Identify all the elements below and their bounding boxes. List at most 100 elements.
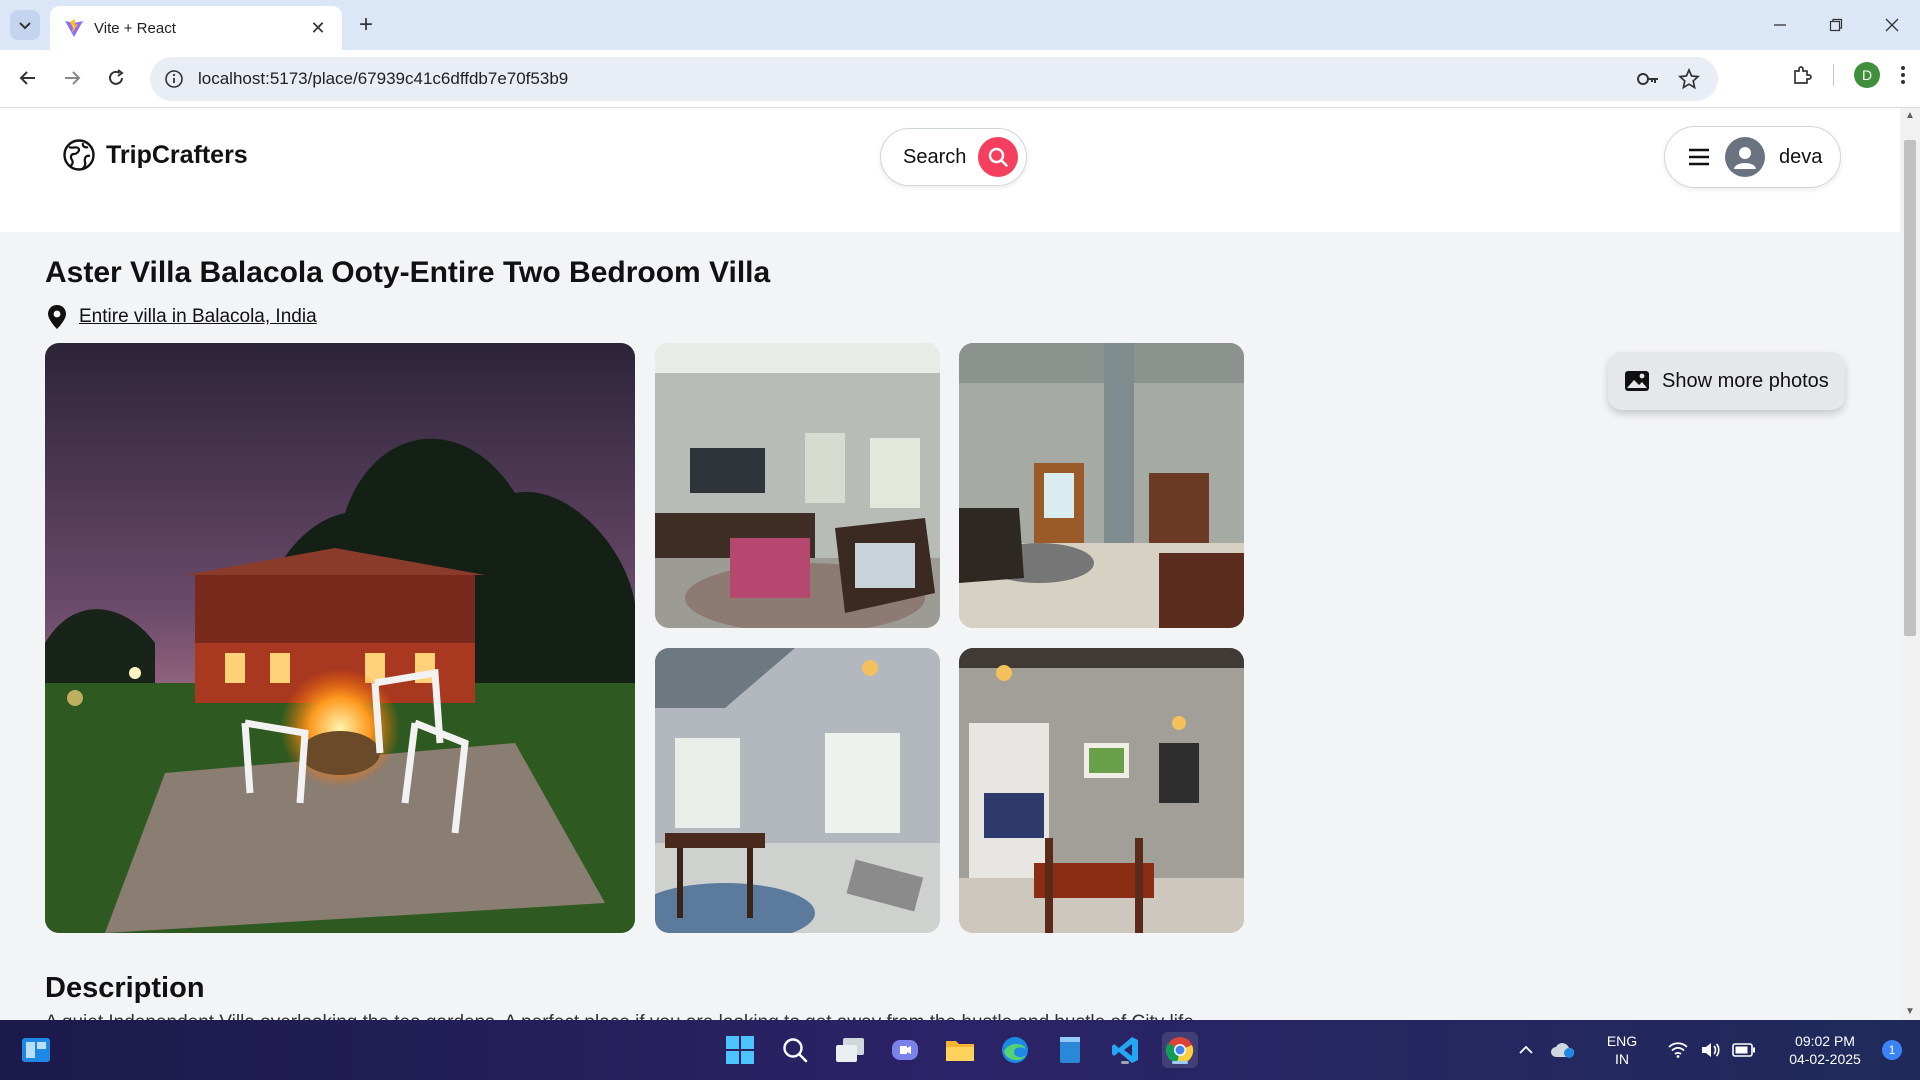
- tab-close-icon[interactable]: ✕: [306, 16, 330, 40]
- notepad-icon: [1060, 1037, 1080, 1063]
- tab-title: Vite + React: [94, 19, 176, 37]
- restore-button[interactable]: [1808, 0, 1864, 50]
- search-icon-circle: [978, 137, 1019, 177]
- show-more-photos-label: Show more photos: [1662, 369, 1829, 392]
- arrow-left-icon: [19, 71, 35, 85]
- more-vertical-icon[interactable]: [1900, 65, 1906, 85]
- search-icon: [989, 147, 1009, 167]
- clock-date: 04-02-2025: [1789, 1051, 1861, 1067]
- cloud-icon: [1551, 1043, 1575, 1058]
- scroll-down-arrow-icon[interactable]: ▼: [1904, 1006, 1916, 1018]
- language-indicator[interactable]: ENG IN: [1598, 1032, 1646, 1068]
- running-indicator: [1121, 1061, 1129, 1064]
- battery-icon: [1732, 1043, 1755, 1057]
- map-pin-icon: [48, 305, 66, 329]
- windows-logo-icon: [726, 1036, 754, 1064]
- vite-logo-icon: [65, 19, 83, 37]
- hallway-image: [959, 343, 1244, 628]
- url-text: localhost:5173/place/67939c41c6dffdb7e70…: [198, 69, 569, 88]
- minimize-button[interactable]: [1752, 0, 1808, 50]
- back-button[interactable]: [12, 62, 44, 94]
- address-link[interactable]: Entire villa in Balacola, India: [79, 306, 317, 328]
- scrollbar-thumb[interactable]: [1904, 140, 1916, 636]
- toolbar-right-group: D: [1791, 62, 1906, 88]
- photo-hallway[interactable]: [959, 343, 1244, 628]
- widgets-button[interactable]: [18, 1032, 54, 1068]
- tab-search-button[interactable]: [10, 10, 40, 40]
- browser-tab-active[interactable]: Vite + React ✕: [50, 6, 342, 50]
- living-room-image: [655, 343, 940, 628]
- bookmark-star-icon[interactable]: [1678, 68, 1700, 90]
- new-tab-button[interactable]: +: [352, 11, 380, 39]
- chevron-up-icon: [1519, 1045, 1533, 1054]
- browser-tabstrip: Vite + React ✕ +: [0, 0, 1920, 50]
- user-menu-button[interactable]: deva: [1664, 126, 1842, 188]
- photo-dining-bedroom[interactable]: [959, 648, 1244, 933]
- region-code: IN: [1615, 1051, 1629, 1067]
- profile-avatar[interactable]: D: [1854, 62, 1880, 88]
- page-viewport: TripCrafters Search deva Aster Villa Bal…: [0, 108, 1900, 1020]
- arrow-right-icon: [65, 71, 81, 85]
- task-view-icon: [836, 1038, 864, 1062]
- vscode-button[interactable]: [1107, 1032, 1143, 1068]
- reload-button[interactable]: [100, 62, 132, 94]
- page-scrollbar[interactable]: ▲ ▼: [1900, 108, 1920, 1020]
- chevron-down-icon: [19, 22, 31, 30]
- minimize-icon: [1774, 24, 1786, 26]
- file-explorer-button[interactable]: [942, 1032, 978, 1068]
- hamburger-menu-icon: [1689, 148, 1709, 166]
- photo-icon: [1625, 371, 1649, 391]
- browser-toolbar: localhost:5173/place/67939c41c6dffdb7e70…: [0, 50, 1920, 108]
- onedrive-tray-button[interactable]: [1548, 1041, 1578, 1059]
- place-address: Entire villa in Balacola, India: [45, 304, 317, 330]
- edge-button[interactable]: [997, 1032, 1033, 1068]
- reload-icon: [109, 69, 124, 85]
- search-button[interactable]: Search: [880, 128, 1028, 186]
- description-heading: Description: [45, 972, 205, 1004]
- tray-overflow-button[interactable]: [1512, 1045, 1540, 1055]
- system-tray: ENG IN 09:02 PM 04-02-2025 1: [1512, 1020, 1920, 1080]
- site-header: TripCrafters Search deva: [0, 108, 1900, 232]
- photo-villa-exterior[interactable]: [45, 343, 635, 933]
- globe-logo-icon: [63, 139, 95, 171]
- edge-browser-icon: [1002, 1037, 1028, 1063]
- site-logo[interactable]: TripCrafters: [62, 138, 248, 172]
- forward-button[interactable]: [56, 62, 88, 94]
- chrome-button[interactable]: [1162, 1032, 1198, 1068]
- site-info-icon[interactable]: [164, 69, 184, 89]
- photo-living-room[interactable]: [655, 343, 940, 628]
- address-bar[interactable]: localhost:5173/place/67939c41c6dffdb7e70…: [150, 57, 1718, 101]
- notification-badge: 1: [1882, 1040, 1902, 1060]
- extensions-puzzle-icon[interactable]: [1791, 64, 1813, 86]
- scroll-up-arrow-icon[interactable]: ▲: [1904, 110, 1916, 122]
- show-more-photos-button[interactable]: Show more photos: [1608, 352, 1845, 410]
- search-label: Search: [903, 145, 967, 168]
- photo-dining-windows[interactable]: [655, 648, 940, 933]
- place-title: Aster Villa Balacola Ooty-Entire Two Bed…: [45, 256, 771, 289]
- wifi-icon: [1668, 1042, 1688, 1058]
- description-text: A quiet Independent Villa overlooking th…: [45, 1012, 1194, 1020]
- dining-bedroom-image: [959, 648, 1244, 933]
- restore-icon: [1829, 18, 1843, 32]
- window-controls: [1752, 0, 1920, 50]
- villa-exterior-image: [45, 343, 635, 933]
- widgets-icon: [22, 1038, 50, 1062]
- notepad-button[interactable]: [1052, 1032, 1088, 1068]
- clock[interactable]: 09:02 PM 04-02-2025: [1780, 1032, 1870, 1068]
- taskbar-search-button[interactable]: [777, 1032, 813, 1068]
- dining-windows-image: [655, 648, 940, 933]
- start-button[interactable]: [722, 1032, 758, 1068]
- close-icon: [1885, 18, 1899, 32]
- user-avatar: [1725, 137, 1765, 177]
- task-view-button[interactable]: [832, 1032, 868, 1068]
- logo-text: TripCrafters: [106, 140, 248, 169]
- teams-button[interactable]: [887, 1032, 923, 1068]
- volume-icon: [1702, 1043, 1720, 1057]
- clock-time: 09:02 PM: [1795, 1033, 1855, 1049]
- close-window-button[interactable]: [1864, 0, 1920, 50]
- quick-settings-button[interactable]: [1668, 1041, 1756, 1059]
- active-app-indicator: [1172, 1061, 1188, 1064]
- notification-center-button[interactable]: 1: [1882, 1040, 1902, 1060]
- password-key-icon[interactable]: [1636, 69, 1660, 89]
- folder-icon: [946, 1041, 974, 1061]
